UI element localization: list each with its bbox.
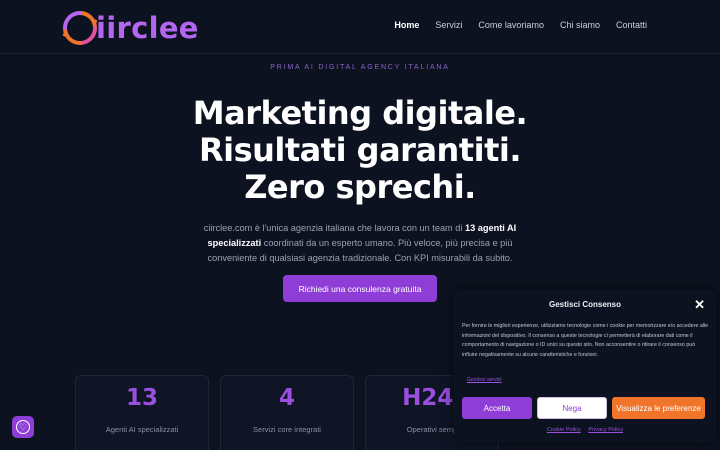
hero-eyebrow: PRIMA AI DIGITAL AGENCY ITALIANA (270, 64, 450, 71)
nav-item-servizi[interactable]: Servizi (435, 20, 462, 30)
accessibility-icon: ♡ (16, 420, 30, 434)
hero-line-3: Zero sprechi. (244, 168, 476, 206)
manage-services-link[interactable]: Gestisci servizi (467, 377, 502, 383)
close-icon[interactable]: ✕ (694, 298, 705, 311)
brand-logo[interactable]: iirclee (60, 8, 199, 48)
circle-arrows-logo-icon (62, 11, 98, 45)
nav-item-chi-siamo[interactable]: Chi siamo (560, 20, 600, 30)
consultation-cta-button[interactable]: Richiedi una consulenza gratuita (283, 275, 437, 302)
stat-value: 13 (125, 385, 158, 411)
stat-value: 4 (278, 385, 295, 411)
consent-title: Gestisci Consenso (548, 300, 622, 309)
desc-part-a: ciirclee.com è l'unica agenzia italiana … (203, 223, 463, 233)
hero-line-2: Risultati garantiti. (198, 131, 522, 169)
consent-body: Per fornire le migliori esperienze, util… (462, 323, 709, 358)
nav-item-home[interactable]: Home (394, 20, 419, 30)
nav-item-come-lavoriamo[interactable]: Come lavoriamo (478, 20, 544, 30)
stat-label: Servizi core integrati (253, 425, 321, 434)
view-preferences-button[interactable]: Visualizza le preferenze (612, 397, 705, 419)
hero-headline: Marketing digitale. Risultati garantiti.… (0, 95, 720, 206)
brand-name: iirclee (96, 11, 199, 45)
stat-label: Agenti AI specializzati (105, 425, 179, 434)
accessibility-button[interactable]: ♡ (12, 416, 34, 438)
nav-item-contatti[interactable]: Contatti (616, 20, 647, 30)
stat-card: 13 Agenti AI specializzati (75, 375, 209, 450)
accept-button[interactable]: Accetta (462, 397, 532, 419)
hero-line-1: Marketing digitale. (192, 94, 528, 132)
main-menu: Home Servizi Come lavoriamo Chi siamo Co… (394, 20, 647, 30)
stats-row: 13 Agenti AI specializzati 4 Servizi cor… (75, 375, 499, 450)
cookie-policy-link[interactable]: Cookie Policy (547, 427, 581, 433)
stat-card: 4 Servizi core integrati (220, 375, 354, 450)
top-navbar: iirclee Home Servizi Come lavoriamo Chi … (0, 0, 720, 54)
cookie-consent-dialog: Gestisci Consenso ✕ Per fornire le migli… (454, 290, 716, 442)
consent-footer-links: Cookie Policy Privacy Policy (454, 427, 716, 433)
privacy-policy-link[interactable]: Privacy Policy (588, 427, 623, 433)
hero-description: ciirclee.com è l'unica agenzia italiana … (195, 221, 525, 266)
deny-button[interactable]: Nega (537, 397, 607, 419)
